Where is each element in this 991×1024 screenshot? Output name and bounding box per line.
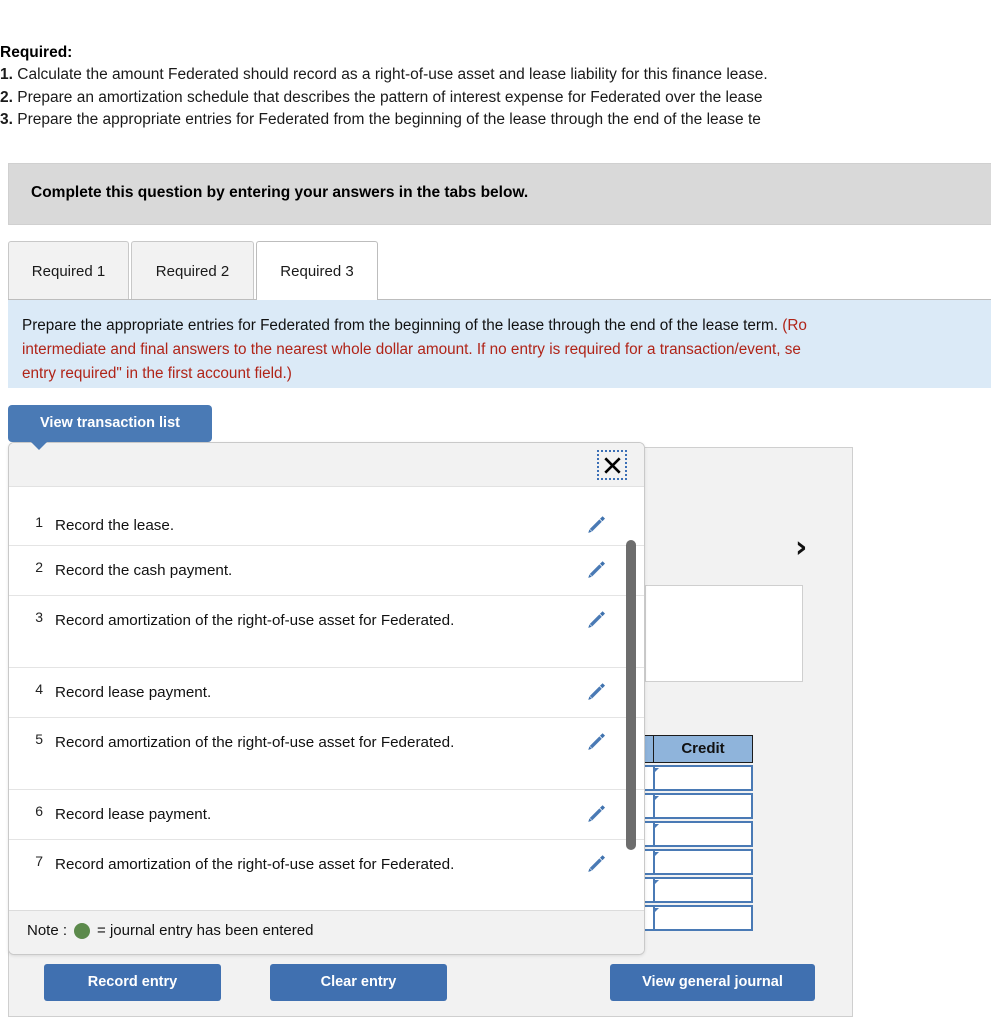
- credit-cell[interactable]: [653, 793, 753, 819]
- credit-cell[interactable]: [653, 877, 753, 903]
- scrollbar-thumb[interactable]: [626, 540, 636, 850]
- complete-question-text: Complete this question by entering your …: [31, 184, 529, 201]
- transaction-description: Record amortization of the right-of-use …: [55, 856, 455, 873]
- edit-pencil-icon[interactable]: [584, 680, 608, 704]
- transaction-description: Record amortization of the right-of-use …: [55, 734, 455, 751]
- transaction-description: Record the lease.: [55, 517, 175, 534]
- view-transaction-list-button[interactable]: View transaction list: [8, 405, 212, 442]
- required-item-1-text: Calculate the amount Federated should re…: [17, 66, 768, 83]
- popover-tail: [30, 441, 48, 450]
- required-item-2-text: Prepare an amortization schedule that de…: [17, 88, 763, 106]
- instruction-line-1-red: (Ro: [782, 317, 807, 334]
- complete-question-banner: Complete this question by entering your …: [8, 163, 991, 225]
- edit-pencil-icon[interactable]: [584, 802, 608, 826]
- required-item-1-number: 1.: [0, 66, 13, 83]
- required-item-3-text: Prepare the appropriate entries for Fede…: [17, 111, 761, 128]
- edit-pencil-icon[interactable]: [584, 558, 608, 582]
- transaction-list-item[interactable]: 1 Record the lease.: [9, 487, 644, 546]
- entered-status-dot-icon: [74, 922, 91, 939]
- transaction-list-header: [9, 443, 644, 487]
- edit-pencil-icon[interactable]: [584, 730, 608, 754]
- required-item-2-number: 2.: [0, 88, 13, 106]
- transaction-list-scrollbar[interactable]: [624, 487, 638, 912]
- transaction-list-item[interactable]: 6 Record lease payment.: [9, 790, 644, 840]
- required-item-1: 1. Calculate the amount Federated should…: [0, 64, 991, 87]
- edit-pencil-icon[interactable]: [584, 513, 608, 537]
- transaction-description: Record lease payment.: [55, 806, 212, 823]
- credit-cell[interactable]: [653, 821, 753, 847]
- transaction-list-footer: Note : = journal entry has been entered: [9, 910, 644, 954]
- required-item-3: 3. Prepare the appropriate entries for F…: [0, 109, 991, 132]
- edit-pencil-icon[interactable]: [584, 608, 608, 632]
- required-item-2: 2. Prepare an amortization schedule that…: [0, 87, 991, 110]
- transaction-list-item[interactable]: 4 Record lease payment.: [9, 668, 644, 718]
- transaction-number: 4: [35, 681, 43, 697]
- transaction-list-item[interactable]: 2 Record the cash payment.: [9, 546, 644, 596]
- tab-required-1[interactable]: Required 1: [8, 241, 129, 300]
- note-suffix-label: = journal entry has been entered: [97, 922, 314, 939]
- transaction-description: Record lease payment.: [55, 684, 212, 701]
- chevron-right-icon[interactable]: ›: [795, 533, 807, 563]
- clear-entry-button[interactable]: Clear entry: [270, 964, 447, 1001]
- credit-cell[interactable]: [653, 765, 753, 791]
- question-page: Required: 1. Calculate the amount Federa…: [0, 0, 991, 1024]
- transaction-list-body[interactable]: 1 Record the lease. 2 Record the cash payme…: [9, 487, 644, 912]
- transaction-number: 3: [35, 609, 43, 625]
- transaction-number: 6: [35, 803, 43, 819]
- transaction-description: Record the cash payment.: [55, 562, 233, 579]
- credit-cell[interactable]: [653, 849, 753, 875]
- required-item-3-number: 3.: [0, 111, 13, 128]
- instruction-line-3: entry required" in the first account fie…: [22, 365, 292, 382]
- entered-legend: Note : = journal entry has been entered: [27, 922, 313, 939]
- transaction-description: Record amortization of the right-of-use …: [55, 612, 455, 629]
- instruction-line-1: Prepare the appropriate entries for Fede…: [22, 314, 991, 338]
- close-icon[interactable]: [597, 450, 627, 480]
- account-input-box[interactable]: [645, 585, 803, 682]
- transaction-list-item[interactable]: 3 Record amortization of the right-of-use…: [9, 596, 644, 668]
- transaction-number: 2: [35, 559, 43, 575]
- instruction-line-2: intermediate and final answers to the ne…: [22, 341, 801, 358]
- transaction-list-popover: 1 Record the lease. 2 Record the cash payme…: [8, 442, 645, 955]
- credit-cell[interactable]: [653, 905, 753, 931]
- note-prefix-label: Note :: [27, 922, 68, 939]
- required-heading: Required:: [0, 44, 73, 61]
- view-general-journal-button[interactable]: View general journal: [610, 964, 815, 1001]
- edit-pencil-icon[interactable]: [584, 852, 608, 876]
- column-header-credit: Credit: [653, 735, 753, 763]
- tab-required-2[interactable]: Required 2: [131, 241, 254, 300]
- transaction-number: 5: [35, 731, 43, 747]
- instruction-line-1-black: Prepare the appropriate entries for Fede…: [22, 317, 783, 334]
- record-entry-button[interactable]: Record entry: [44, 964, 221, 1001]
- transaction-number: 7: [35, 853, 43, 869]
- requirement-tabs: Required 1 Required 2 Required 3: [8, 241, 991, 300]
- transaction-list-item[interactable]: 5 Record amortization of the right-of-use…: [9, 718, 644, 790]
- required-block: Required: 1. Calculate the amount Federa…: [0, 42, 991, 132]
- tab-required-3[interactable]: Required 3: [256, 241, 378, 300]
- transaction-number: 1: [35, 514, 43, 530]
- transaction-list-item[interactable]: 7 Record amortization of the right-of-use…: [9, 840, 644, 912]
- instruction-panel: Prepare the appropriate entries for Fede…: [8, 299, 991, 388]
